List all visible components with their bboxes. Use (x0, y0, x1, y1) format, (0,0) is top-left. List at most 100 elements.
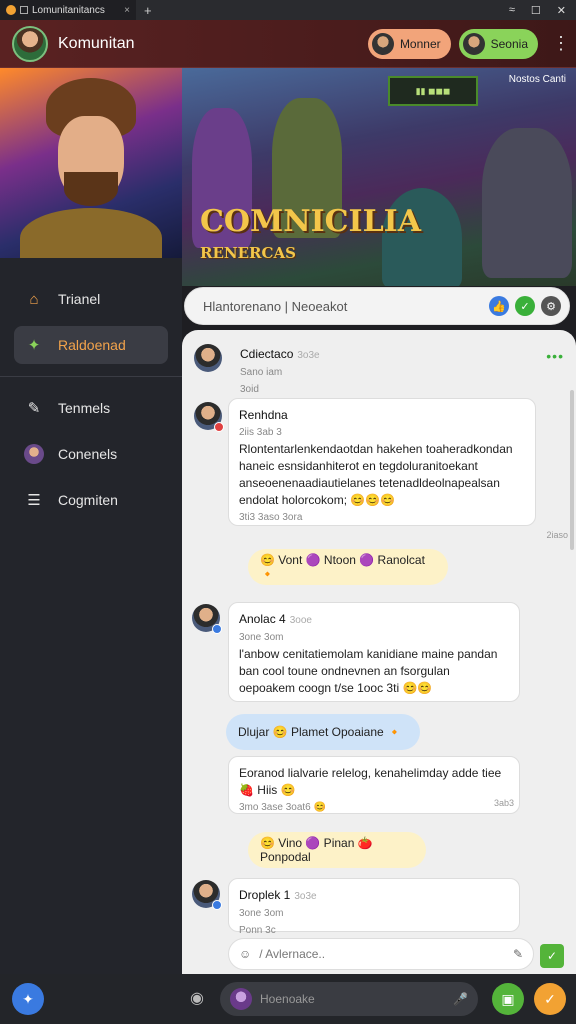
send-button[interactable]: ✓ (540, 944, 564, 968)
app-root: Lomunitanitancs × + ≈ ☐ ✕ Komunitan Monn… (0, 0, 576, 1024)
banner-logo: COMNICILIA (200, 204, 421, 239)
search-actions: 👍 ✓ ⚙ (489, 296, 561, 316)
sidebar-item-cogmiten[interactable]: ☰ Cogmiten (14, 481, 168, 519)
maximize-button[interactable]: ☐ (531, 4, 541, 17)
settings-icon[interactable]: ⚙ (541, 296, 561, 316)
tab-title: Lomunitanitancs (32, 4, 105, 16)
microphone-icon[interactable]: 🎤 (453, 992, 468, 1006)
message-text: Rlontentarlenkendaotdan hakehen toaherad… (239, 442, 513, 507)
banner-character (482, 128, 572, 278)
close-window-button[interactable]: ✕ (557, 4, 566, 17)
message-bubble: Renhdna 2iis 3ab 3 Rlontentarlenkendaotd… (228, 398, 536, 526)
sidebar-item-label: Raldoenad (58, 337, 126, 353)
header-actions: Monner Seonia ⋮ (367, 28, 570, 59)
reaction-pill[interactable]: Dlujar 😊 Plamet Opoaiane 🔸 (226, 714, 420, 750)
tab-square-icon (20, 6, 28, 14)
message-bubble: Droplek 1 3o3e 3one 3om Ponn 3c (228, 878, 520, 936)
message-meta: 3oid (240, 384, 259, 395)
sidebar-item-trianel[interactable]: ⌂ Trianel (14, 280, 168, 318)
banner-tag: Nostos Canti (508, 74, 566, 85)
message-meta: Sano iam (240, 367, 283, 378)
message-text: Eoranod lialvarie relelog, kenahelimday … (239, 766, 502, 797)
sidebar-item-label: Trianel (58, 291, 101, 307)
home-icon: ⌂ (29, 290, 39, 308)
monner-button[interactable]: Monner (367, 28, 451, 59)
pen-icon[interactable]: ✎ (513, 947, 523, 961)
avatar[interactable] (192, 604, 222, 634)
reaction-pill[interactable]: 😊 Vino 🟣 Pinan 🍅 Ponpodal (248, 832, 426, 868)
app-title: Komunitan (58, 34, 135, 52)
sidebar-item-label: Cogmiten (58, 492, 118, 508)
emoji-icon[interactable]: ☺ (239, 947, 251, 961)
browser-tab[interactable]: Lomunitanitancs × (0, 0, 136, 20)
confirm-button[interactable]: ✓ (534, 983, 566, 1015)
avatar[interactable] (192, 880, 222, 910)
new-tab-button[interactable]: + (144, 3, 152, 18)
image-button[interactable]: ▣ (492, 983, 524, 1015)
message-author: Anolac 4 3ooe (239, 612, 312, 626)
game-banner[interactable]: ▮▮ ◼◼◼ Nostos Canti COMNICILIA RENERCAS (182, 68, 576, 286)
status-badge (214, 422, 224, 432)
message-author: Renhdna (239, 408, 288, 422)
camera-icon[interactable]: ◉ (190, 988, 204, 1008)
thumbs-up-icon[interactable]: 👍 (489, 296, 509, 316)
user-avatar (230, 988, 252, 1010)
avatar-icon (24, 444, 44, 464)
more-options-icon[interactable]: ••• (546, 348, 564, 364)
compass-button[interactable]: ✦ (12, 983, 44, 1015)
message-bubble: Eoranod lialvarie relelog, kenahelimday … (228, 756, 520, 814)
chat-scrollbar[interactable] (570, 390, 574, 550)
sidebar-item-conenels[interactable]: Conenels (14, 435, 168, 473)
banner-hud: ▮▮ ◼◼◼ (388, 76, 478, 106)
chat-panel: Cdiectaco 3o3e Sano iam 3oid ••• Renhdna … (182, 330, 576, 974)
bottom-input[interactable]: Hoenoake 🎤 (220, 982, 478, 1016)
app-header: Komunitan Monner Seonia ⋮ (0, 20, 576, 68)
bottom-bar: ✦ ◉ Hoenoake 🎤 ▣ ✓ (0, 974, 576, 1024)
window-titlebar: Lomunitanitancs × + ≈ ☐ ✕ (0, 0, 576, 20)
hero-armor (20, 208, 162, 258)
user-avatar-icon (462, 32, 485, 55)
message-reply-time: 3ab3 (493, 798, 514, 808)
message-footer: 3ti3 3aso 3ora (239, 512, 303, 523)
avatar[interactable] (194, 344, 222, 372)
app-favicon-icon (6, 5, 16, 15)
monner-label: Monner (399, 36, 441, 51)
message-text: l'anbow cenitatiemolam kanidiane maine p… (239, 647, 498, 695)
puzzle-icon: ✦ (27, 337, 41, 354)
sidebar-item-label: Conenels (58, 446, 118, 462)
message-item: Cdiectaco 3o3e Sano iam 3oid (230, 338, 550, 406)
verified-badge (212, 624, 222, 634)
message-time: 3ooe (289, 615, 312, 626)
wifi-icon: ≈ (508, 3, 515, 16)
profile-avatar[interactable] (12, 25, 48, 62)
sidebar-item-raldoenad[interactable]: ✦ Raldoenad (14, 326, 168, 364)
seonia-button[interactable]: Seonia (458, 28, 538, 59)
verified-badge (212, 900, 222, 910)
edit-icon: ✎ (27, 400, 41, 417)
message-meta: 3one 3om (239, 632, 284, 643)
bottom-input-placeholder: Hoenoake (260, 992, 315, 1006)
message-time: 3o3e (297, 350, 320, 361)
sidebar-divider (0, 376, 182, 377)
tab-close-icon[interactable]: × (124, 5, 130, 16)
message-author: Cdiectaco 3o3e (240, 347, 320, 361)
more-menu-icon[interactable]: ⋮ (552, 33, 570, 54)
message-input[interactable]: ☺ / Avlernace.. ✎ (228, 938, 534, 970)
message-author: Droplek 1 3o3e (239, 888, 317, 902)
hero-portrait (0, 68, 182, 258)
message-meta: 3one 3om (239, 908, 284, 919)
search-placeholder: Hlantorenano | Neoeakot (203, 298, 348, 314)
search-bar[interactable]: Hlantorenano | Neoeakot 👍 ✓ ⚙ (184, 287, 570, 325)
message-meta: Ponn 3c (239, 925, 276, 936)
sidebar-item-tenmels[interactable]: ✎ Tenmels (14, 389, 168, 427)
sidebar: ⌂ Trianel ✦ Raldoenad ✎ Tenmels Conenels… (0, 68, 182, 974)
message-input-placeholder: / Avlernace.. (259, 947, 326, 961)
avatar[interactable] (194, 402, 224, 432)
user-avatar-icon (371, 32, 394, 55)
reaction-pill[interactable]: 😊 Vont 🟣 Ntoon 🟣 Ranolcat 🔸 (248, 549, 448, 585)
banner-sublogo: RENERCAS (200, 244, 296, 262)
message-bubble: Anolac 4 3ooe 3one 3om l'anbow cenitatiem… (228, 602, 520, 702)
check-icon[interactable]: ✓ (515, 296, 535, 316)
sidebar-nav: ⌂ Trianel ✦ Raldoenad ✎ Tenmels Conenels… (0, 258, 182, 519)
message-meta: 2iis 3ab 3 (239, 427, 282, 438)
